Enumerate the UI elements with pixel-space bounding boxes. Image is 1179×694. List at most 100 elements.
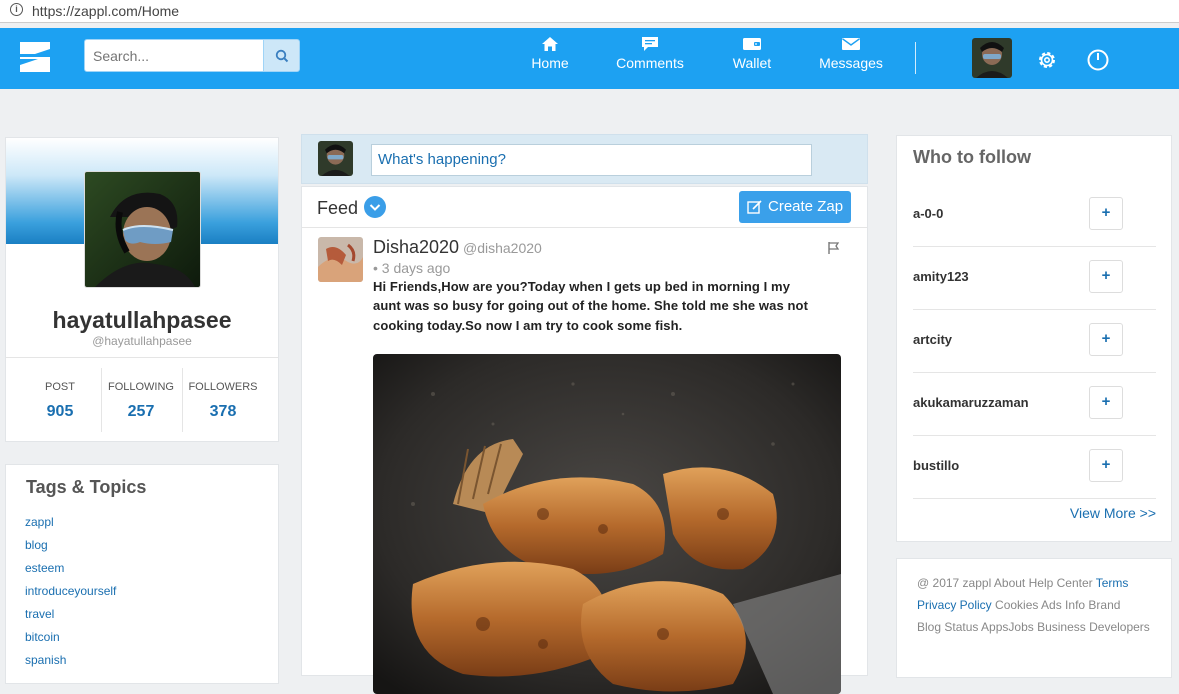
tag-link[interactable]: esteem (25, 561, 64, 575)
nav-wallet[interactable]: Wallet (707, 36, 797, 71)
feed-header: Feed Create Zap (302, 187, 867, 228)
who-to-follow-title: Who to follow (913, 147, 1031, 167)
stat-posts-label: POST (45, 381, 75, 393)
profile-card: hayatullahpasee @hayatullahpasee POST 90… (5, 137, 279, 442)
footer-text[interactable]: Blog Status AppsJobs Business Developers (917, 620, 1150, 634)
profile-photo-image (85, 172, 200, 287)
stat-followers-label: FOLLOWERS (188, 381, 258, 393)
comments-icon (642, 37, 658, 51)
compose-edit-icon (747, 200, 762, 214)
follow-suggestion-row: akukamaruzzaman + (913, 373, 1156, 436)
tag-link[interactable]: bitcoin (25, 630, 60, 644)
avatar-photo (318, 237, 363, 282)
search-button[interactable] (263, 39, 300, 72)
post-author-avatar[interactable] (318, 237, 363, 282)
tag-link[interactable]: zappl (25, 515, 54, 529)
follow-suggestion-row: a-0-0 + (913, 184, 1156, 247)
post-author-name[interactable]: Disha2020 (373, 237, 459, 258)
home-icon (542, 37, 558, 51)
avatar-photo (318, 141, 353, 176)
follow-button[interactable]: + (1089, 386, 1123, 419)
privacy-policy-link[interactable]: Privacy Policy (917, 598, 992, 612)
nav-wallet-label: Wallet (732, 55, 772, 71)
wallet-icon (743, 38, 761, 50)
follow-button[interactable]: + (1089, 323, 1123, 356)
info-icon[interactable]: i (10, 3, 23, 16)
top-navbar: Home Comments Wallet Messages (0, 28, 1179, 89)
avatar-photo (972, 38, 1012, 78)
nav-comments[interactable]: Comments (605, 36, 695, 71)
view-more-link[interactable]: View More >> (1070, 505, 1156, 521)
post-timestamp: • 3 days ago (373, 260, 451, 276)
compose-avatar (318, 141, 353, 176)
nav-messages-label: Messages (819, 55, 883, 71)
footer-text[interactable]: @ 2017 zappl About Help Center (917, 576, 1096, 590)
stat-following[interactable]: FOLLOWING 257 (100, 368, 182, 432)
stat-following-label: FOLLOWING (107, 381, 174, 393)
post-text-line: aunt was so busy for going out of the ho… (373, 298, 809, 314)
nav-home-label: Home (531, 55, 569, 71)
tags-card: Tags & Topics zappl blog esteem introduc… (5, 464, 279, 684)
follow-username[interactable]: bustillo (913, 458, 959, 473)
nav-home[interactable]: Home (505, 36, 595, 71)
stat-following-value: 257 (127, 403, 155, 420)
profile-handle: @hayatullahpasee (92, 334, 192, 348)
tag-link[interactable]: introduceyourself (25, 584, 116, 598)
footer-card: @ 2017 zappl About Help Center Terms Pri… (896, 558, 1172, 678)
follow-username[interactable]: amity123 (913, 269, 969, 284)
nav-messages[interactable]: Messages (806, 36, 896, 71)
settings-gear-icon[interactable] (1036, 49, 1058, 71)
fried-fish-photo (373, 354, 841, 694)
stat-posts-value: 905 (46, 403, 74, 420)
follow-suggestion-row: bustillo + (913, 436, 1156, 499)
chevron-down-icon (369, 204, 381, 211)
who-to-follow-card: Who to follow a-0-0 + amity123 + artcity… (896, 135, 1172, 542)
nav-comments-label: Comments (616, 55, 684, 71)
follow-suggestion-row: artcity + (913, 310, 1156, 373)
tags-title: Tags & Topics (26, 477, 147, 497)
stat-followers-value: 378 (209, 403, 237, 420)
follow-username[interactable]: akukamaruzzaman (913, 395, 1029, 410)
profile-photo[interactable] (84, 171, 201, 288)
profile-name[interactable]: hayatullahpasee (6, 307, 278, 334)
url-text[interactable]: https://zappl.com/Home (32, 3, 179, 19)
follow-button[interactable]: + (1089, 197, 1123, 230)
post-author-handle[interactable]: @disha2020 (463, 240, 542, 256)
address-bar[interactable]: i https://zappl.com/Home (0, 0, 1179, 23)
profile-stats: POST 905 FOLLOWING 257 FOLLOWERS 378 (6, 357, 278, 434)
post-text-line: Hi Friends,How are you?Today when I gets… (373, 279, 791, 294)
post-text: Hi Friends,How are you?Today when I gets… (373, 277, 843, 335)
tag-link[interactable]: spanish (25, 653, 66, 667)
messages-icon (842, 38, 860, 50)
follow-button[interactable]: + (1089, 449, 1123, 482)
follow-username[interactable]: artcity (913, 332, 952, 347)
tag-link[interactable]: travel (25, 607, 54, 621)
footer-text[interactable]: Cookies Ads Info Brand (992, 598, 1120, 612)
feed-card: Feed Create Zap Disha2020 @disha2020 • 3… (301, 186, 868, 694)
user-avatar[interactable] (972, 38, 1012, 78)
compose-input[interactable]: What's happening? (371, 144, 812, 176)
feed-filter-dropdown[interactable] (364, 196, 386, 218)
zappl-logo-icon[interactable] (18, 40, 52, 74)
footer-line: Blog Status AppsJobs Business Developers (917, 616, 1162, 638)
compose-box: What's happening? (301, 134, 868, 184)
follow-button[interactable]: + (1089, 260, 1123, 293)
flag-icon[interactable] (827, 241, 840, 255)
footer-links: @ 2017 zappl About Help Center Terms Pri… (917, 572, 1162, 638)
footer-line: @ 2017 zappl About Help Center Terms (917, 572, 1162, 594)
nav-divider (915, 42, 916, 74)
create-zap-label: Create Zap (768, 198, 844, 215)
tag-link[interactable]: blog (25, 538, 48, 552)
create-zap-button[interactable]: Create Zap (739, 191, 851, 223)
follow-username[interactable]: a-0-0 (913, 206, 943, 221)
search-input[interactable] (84, 39, 264, 72)
stat-posts[interactable]: POST 905 (19, 368, 101, 432)
logout-power-icon[interactable] (1086, 48, 1110, 72)
terms-link[interactable]: Terms (1096, 576, 1129, 590)
post-text-line: cooking today.So now I am try to cook so… (373, 317, 683, 333)
follow-suggestion-row: amity123 + (913, 247, 1156, 310)
stat-followers[interactable]: FOLLOWERS 378 (182, 368, 264, 432)
footer-line: Privacy Policy Cookies Ads Info Brand (917, 594, 1162, 616)
post-image[interactable] (373, 354, 841, 694)
feed-label: Feed (317, 198, 359, 218)
